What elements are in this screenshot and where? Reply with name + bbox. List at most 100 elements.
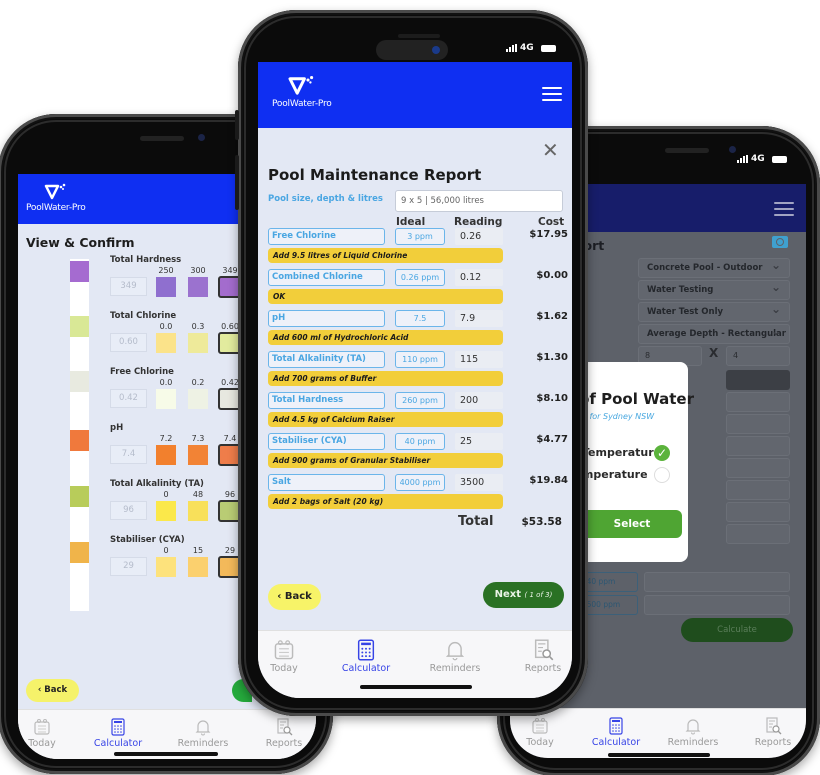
scale-value: 0	[163, 490, 169, 499]
app-header: PoolWater-Pro	[258, 62, 572, 128]
report-search-icon	[534, 639, 554, 661]
table-row: Salt 4000 ppm 3500 $19.84	[268, 474, 568, 492]
check-circle-icon[interactable]: ✓	[654, 445, 670, 461]
cost-value: $4.77	[536, 434, 568, 445]
app-name: PoolWater-Pro	[26, 203, 86, 213]
cost-value: $0.00	[536, 270, 568, 281]
reading-input[interactable]: 0.26	[455, 228, 503, 245]
color-swatch[interactable]	[156, 445, 176, 465]
reading-cell[interactable]	[644, 572, 790, 592]
close-icon[interactable]: ✕	[542, 140, 559, 160]
phone-maintenance-report: 4G PoolWater-Pro ✕ Pool Maintenance Repo…	[235, 10, 588, 716]
tab-calculator[interactable]: Calculator	[88, 718, 148, 749]
width-input[interactable]: 4	[726, 346, 790, 366]
color-swatch[interactable]	[188, 557, 208, 577]
tab-reports[interactable]: Reports	[748, 717, 798, 748]
speaker	[140, 136, 184, 141]
report-search-icon	[766, 717, 782, 735]
tab-label: Today	[28, 738, 56, 749]
calculator-icon	[609, 717, 623, 735]
tab-reminders[interactable]: Reminders	[663, 717, 723, 748]
reading-cell[interactable]	[726, 392, 790, 412]
table-row: Free Chlorine 3 ppm 0.26 $17.95	[268, 228, 568, 246]
pool-type-select[interactable]: Concrete Pool - Outdoor	[638, 258, 790, 278]
reading-input[interactable]: 0.12	[455, 269, 503, 286]
dynamic-island	[376, 40, 448, 60]
reading-cell[interactable]	[644, 595, 790, 615]
menu-icon[interactable]	[542, 87, 562, 101]
reading-cell[interactable]	[726, 436, 790, 456]
bell-icon	[445, 641, 465, 661]
page-title: Pool Maintenance Report	[268, 166, 482, 184]
tab-calculator[interactable]: Calculator	[336, 639, 396, 674]
tab-calculator[interactable]: Calculator	[586, 717, 646, 748]
network-label: 4G	[520, 43, 534, 53]
reading-input[interactable]: 7.9	[455, 310, 503, 327]
test-group-total-hardness: Total Hardness 250 300 349 349	[110, 255, 242, 298]
status-bar: 4G	[506, 43, 556, 53]
menu-icon[interactable]	[774, 202, 794, 216]
radio-empty-icon[interactable]	[654, 467, 670, 483]
depth-input[interactable]	[726, 370, 790, 390]
reading-input[interactable]: 200	[455, 392, 503, 409]
test-value-input[interactable]: 96	[110, 501, 147, 520]
reading-cell[interactable]	[726, 414, 790, 434]
next-button[interactable]: Next ( 1 of 3)	[483, 582, 564, 608]
ideal-value: 260 ppm	[395, 392, 445, 409]
service-type-select[interactable]: Water Testing	[638, 280, 790, 300]
test-group-free-chlorine: Free Chlorine 0.0 0.2 0.42 0.42	[110, 367, 242, 410]
column-header-reading: Reading	[454, 216, 503, 228]
parameter-name: Total Alkalinity (TA)	[268, 351, 385, 368]
bell-icon	[685, 719, 701, 735]
tab-today[interactable]: Today	[520, 717, 560, 748]
test-group-total-chlorine: Total Chlorine 0.0 0.3 0.60 0.60	[110, 311, 242, 354]
color-swatch[interactable]	[188, 277, 208, 297]
back-button[interactable]: ‹ Back	[26, 679, 79, 702]
scale-value: 15	[192, 546, 204, 555]
flask-icon	[44, 183, 66, 200]
color-swatch[interactable]	[188, 445, 208, 465]
color-swatch[interactable]	[188, 333, 208, 353]
reading-input[interactable]: 115	[455, 351, 503, 368]
calculate-button[interactable]: Calculate	[681, 618, 793, 642]
pool-size-field[interactable]: 9 x 5 | 56,000 litres	[395, 190, 563, 212]
tab-reminders[interactable]: Reminders	[424, 639, 486, 674]
total-label: Total	[458, 514, 494, 529]
side-button	[235, 110, 239, 140]
color-swatch[interactable]	[156, 333, 176, 353]
tab-reports[interactable]: Reports	[520, 639, 566, 674]
signal-icon	[506, 44, 517, 52]
ideal-value: 40 ppm	[395, 433, 445, 450]
tab-reports[interactable]: Reports	[262, 718, 306, 749]
test-value-input[interactable]: 349	[110, 277, 147, 296]
color-swatch[interactable]	[156, 557, 176, 577]
color-swatch[interactable]	[188, 501, 208, 521]
recommendation-note: Add 2 bags of Salt (20 kg)	[268, 494, 503, 509]
test-value-input[interactable]: 0.42	[110, 389, 147, 408]
reading-cell[interactable]	[726, 480, 790, 500]
tab-reminders[interactable]: Reminders	[173, 718, 233, 749]
reading-cell[interactable]	[726, 502, 790, 522]
tab-today[interactable]: Today	[22, 718, 62, 749]
back-button[interactable]: ‹ Back	[268, 584, 321, 610]
reading-cell[interactable]	[726, 524, 790, 544]
reading-cell[interactable]	[726, 458, 790, 478]
reading-input[interactable]: 3500	[455, 474, 503, 491]
color-swatch[interactable]	[156, 277, 176, 297]
recommendation-note: Add 4.5 kg of Calcium Raiser	[268, 412, 503, 427]
color-swatch[interactable]	[188, 389, 208, 409]
select-button[interactable]: Select	[582, 510, 682, 538]
depth-type-select[interactable]: Average Depth - Rectangular	[638, 324, 790, 344]
tab-label: Reminders	[177, 738, 229, 749]
column-header-cost: Cost	[538, 216, 565, 228]
reading-input[interactable]: 25	[455, 433, 503, 450]
camera-icon[interactable]	[772, 236, 788, 248]
test-value-input[interactable]: 0.60	[110, 333, 147, 352]
test-type-select[interactable]: Water Test Only	[638, 302, 790, 322]
color-swatch[interactable]	[156, 501, 176, 521]
tab-today[interactable]: Today	[264, 639, 304, 674]
test-value-input[interactable]: 29	[110, 557, 147, 576]
scale-value: 7.2	[159, 434, 173, 443]
color-swatch[interactable]	[156, 389, 176, 409]
test-value-input[interactable]: 7.4	[110, 445, 147, 464]
